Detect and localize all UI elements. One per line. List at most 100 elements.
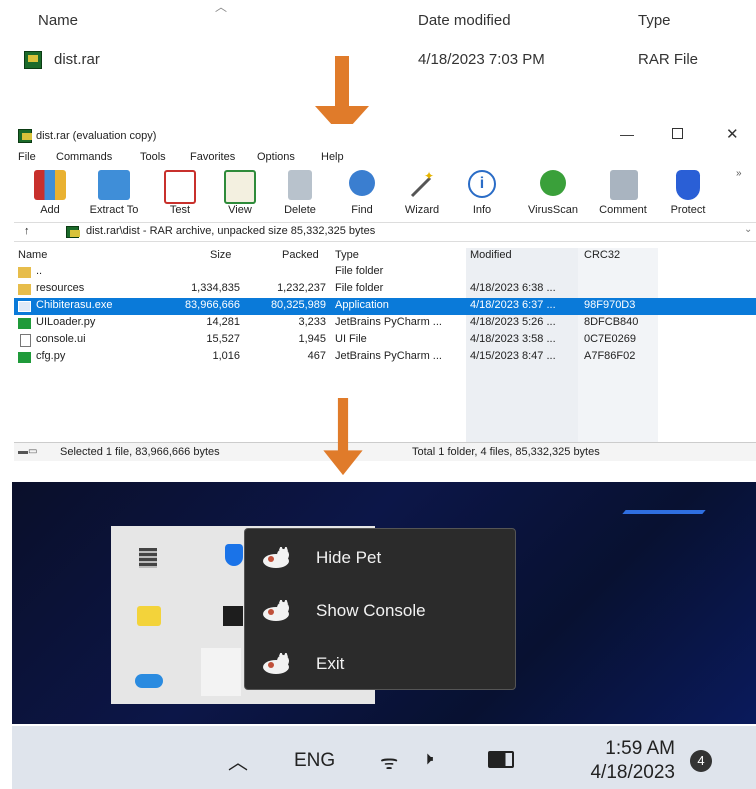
address-dropdown-icon[interactable]: ⌄ <box>744 224 752 235</box>
virus-icon <box>540 170 566 196</box>
up-arrow-icon[interactable]: ↑ <box>24 225 30 237</box>
speaker-icon[interactable]: 🕨 <box>422 748 433 769</box>
folder-icon <box>98 170 130 200</box>
explorer-file-row[interactable]: dist.rar 4/18/2023 7:03 PM RAR File <box>0 48 756 72</box>
tray-app-icon[interactable] <box>139 548 157 568</box>
table-row[interactable]: cfg.py 1,016 467 JetBrains PyCharm ... 4… <box>14 349 756 366</box>
col-modified[interactable]: Modified <box>470 249 512 261</box>
folder-up-icon <box>18 267 31 278</box>
extract-to-button[interactable]: Extract To <box>84 166 144 218</box>
menu-help[interactable]: Help <box>321 151 344 163</box>
address-path: dist.rar\dist - RAR archive, unpacked si… <box>86 225 376 237</box>
toolbar-overflow-icon[interactable]: » <box>736 168 742 179</box>
nvidia-icon[interactable] <box>223 606 243 626</box>
test-button[interactable]: Test <box>150 166 210 218</box>
notification-badge[interactable]: 4 <box>690 750 712 772</box>
col-size[interactable]: Size <box>210 249 231 261</box>
security-alert-icon[interactable] <box>137 606 161 626</box>
column-type[interactable]: Type <box>638 12 671 29</box>
context-menu: Hide Pet Show Console Exit <box>244 528 516 690</box>
virusscan-button[interactable]: VirusScan <box>518 166 588 218</box>
status-bar: ▬▭ Selected 1 file, 83,966,666 bytes Tot… <box>14 442 756 461</box>
menu-item-show-console[interactable]: Show Console <box>245 590 515 630</box>
archive-path-icon <box>66 226 80 238</box>
status-selected: Selected 1 file, 83,966,666 bytes <box>60 446 220 458</box>
menu-commands[interactable]: Commands <box>56 151 112 163</box>
col-type[interactable]: Type <box>335 249 359 261</box>
protect-button[interactable]: Protect <box>658 166 718 218</box>
svg-text:✦: ✦ <box>424 170 434 183</box>
toolbar: Add Extract To Test View Delete Find ✦ W… <box>14 166 756 218</box>
pet-tray-icon[interactable] <box>201 648 241 696</box>
drive-icon: ▬▭ <box>18 446 38 457</box>
info-button[interactable]: i Info <box>452 166 512 218</box>
wizard-button[interactable]: ✦ Wizard <box>392 166 452 218</box>
rar-file-icon <box>24 51 42 69</box>
cat-icon <box>263 600 289 621</box>
sort-chevron-icon: ︿ <box>215 0 228 14</box>
menu-item-exit[interactable]: Exit <box>245 643 515 683</box>
column-date-modified[interactable]: Date modified <box>418 12 511 29</box>
clock-time[interactable]: 1:59 AM <box>581 738 675 760</box>
folder-icon <box>18 284 31 295</box>
table-row-selected[interactable]: Chibiterasu.exe 83,966,666 80,325,989 Ap… <box>14 298 756 315</box>
delete-button[interactable]: Delete <box>270 166 330 218</box>
table-row[interactable]: resources 1,334,835 1,232,237 File folde… <box>14 281 756 298</box>
file-name: dist.rar <box>54 51 100 68</box>
add-button[interactable]: Add <box>20 166 80 218</box>
cat-icon <box>263 653 289 674</box>
onedrive-cloud-icon[interactable] <box>135 674 163 688</box>
battery-charging-icon[interactable] <box>488 751 514 768</box>
table-row[interactable]: .. File folder <box>14 264 756 281</box>
file-type: RAR File <box>638 51 699 68</box>
find-button[interactable]: Find <box>332 166 392 218</box>
exe-file-icon <box>18 301 31 312</box>
trash-icon <box>288 170 312 200</box>
col-crc32[interactable]: CRC32 <box>584 249 620 261</box>
col-name[interactable]: Name <box>18 249 47 261</box>
close-icon[interactable]: ✕ <box>726 125 739 143</box>
pycharm-file-icon <box>18 318 31 329</box>
magic-wand-icon: ✦ <box>406 169 438 200</box>
menu-file[interactable]: File <box>18 151 36 163</box>
file-date: 4/18/2023 7:03 PM <box>418 51 545 68</box>
down-arrow-icon <box>323 398 363 476</box>
menu-item-hide-pet[interactable]: Hide Pet <box>245 537 515 577</box>
title-bar: dist.rar (evaluation copy) — ✕ <box>14 124 756 148</box>
menu-favorites[interactable]: Favorites <box>190 151 235 163</box>
info-icon: i <box>468 170 496 198</box>
view-button[interactable]: View <box>210 166 270 218</box>
table-row[interactable]: UILoader.py 14,281 3,233 JetBrains PyCha… <box>14 315 756 332</box>
table-row[interactable]: console.ui 15,527 1,945 UI File 4/18/202… <box>14 332 756 349</box>
winrar-app-icon <box>18 129 32 143</box>
address-bar[interactable]: ↑ dist.rar\dist - RAR archive, unpacked … <box>14 222 756 242</box>
maximize-icon[interactable] <box>672 128 683 139</box>
winrar-window: dist.rar (evaluation copy) — ✕ File Comm… <box>14 124 756 464</box>
clock-date[interactable]: 4/18/2023 <box>558 762 675 784</box>
wifi-icon[interactable]: ᯤ <box>380 748 398 775</box>
language-indicator[interactable]: ENG <box>294 750 335 772</box>
shield-icon <box>676 170 700 200</box>
menu-options[interactable]: Options <box>257 151 295 163</box>
pycharm-file-icon <box>18 352 31 363</box>
minimize-icon[interactable]: — <box>620 126 634 142</box>
comment-button[interactable]: Comment <box>588 166 658 218</box>
status-total: Total 1 folder, 4 files, 85,332,325 byte… <box>412 446 600 458</box>
taskbar: ︿ ENG ᯤ 🕨 1:59 AM 4/18/2023 4 <box>12 726 756 789</box>
add-archive-icon <box>34 170 66 200</box>
chevron-up-icon[interactable]: ︿ <box>228 746 248 775</box>
document-icon <box>20 334 31 347</box>
menu-tools[interactable]: Tools <box>140 151 166 163</box>
column-name[interactable]: Name <box>38 12 78 29</box>
file-list-header: Name Size Packed Type Modified CRC32 <box>14 248 756 264</box>
magnifier-icon <box>349 170 375 196</box>
checklist-icon <box>164 170 196 204</box>
cat-icon <box>263 547 289 568</box>
window-title: dist.rar (evaluation copy) <box>36 130 157 142</box>
explorer-header: Name Date modified Type ︿ <box>0 0 756 44</box>
wallpaper-streak <box>622 510 706 514</box>
book-icon <box>224 170 256 204</box>
col-packed[interactable]: Packed <box>282 249 319 261</box>
defender-shield-icon[interactable] <box>225 544 243 566</box>
comment-icon <box>610 170 638 200</box>
